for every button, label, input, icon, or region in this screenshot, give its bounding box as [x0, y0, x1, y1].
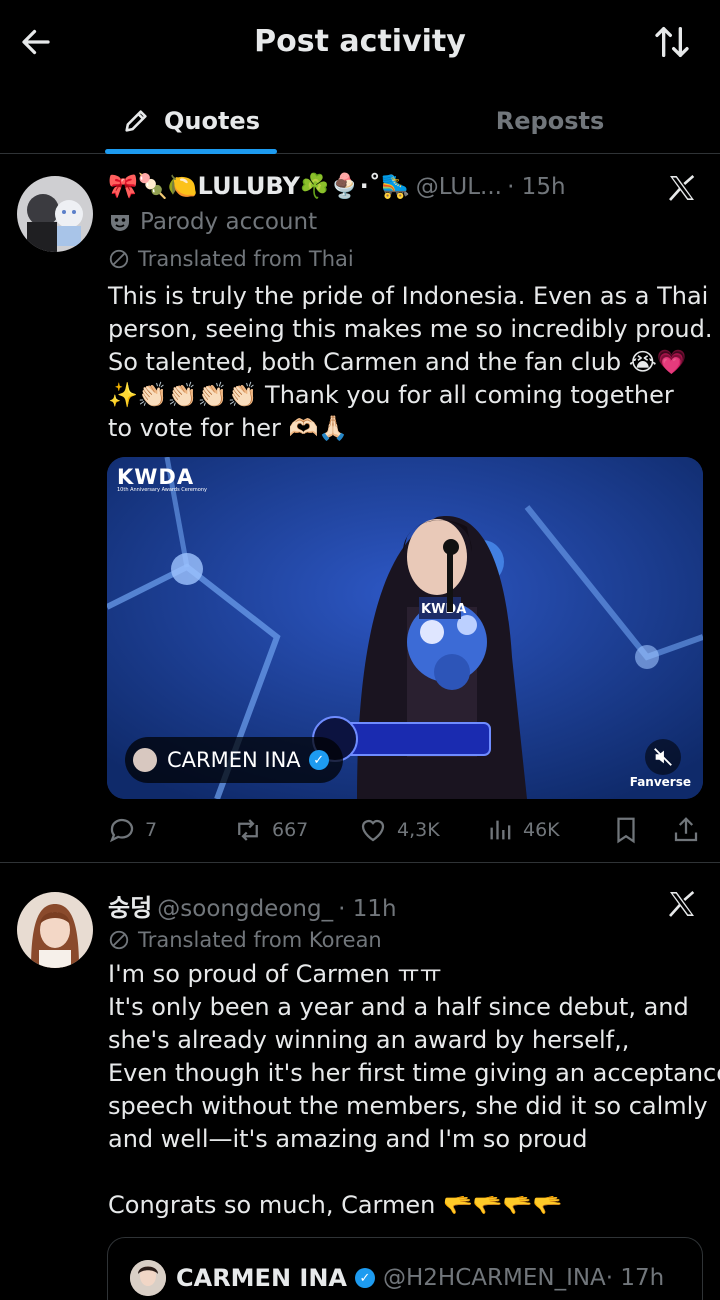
- svg-text:KWDA: KWDA: [421, 602, 466, 617]
- like-count: 4,3K: [397, 819, 440, 841]
- verified-badge-icon: ✓: [308, 750, 329, 770]
- text-line: to vote for her 🫶🏻🙏🏻: [108, 414, 349, 442]
- tab-quotes-label: Quotes: [163, 107, 260, 135]
- repost-icon: [238, 819, 258, 841]
- display-name[interactable]: 숭덩: [108, 894, 152, 922]
- text-line: person, seeing this makes me so incredib…: [108, 315, 713, 343]
- text-line: Congrats so much, Carmen 🫳🫳🫳🫳: [108, 1191, 563, 1219]
- heart-icon: [361, 819, 385, 842]
- quoted-post[interactable]: CARMEN INA ✓ @H2HCARMEN_INA · 17h: [107, 1237, 703, 1300]
- divider: [0, 862, 720, 863]
- translate-icon: [109, 930, 129, 950]
- post-actions: 7 667 4,3K 46K: [107, 812, 703, 848]
- avatar[interactable]: [17, 892, 93, 968]
- translation-label[interactable]: Translated from Thai: [108, 247, 354, 271]
- x-logo-icon: [666, 172, 700, 206]
- text-line: I'm so proud of Carmen ㅠㅠ: [108, 960, 442, 988]
- post-header: 🎀🍡🍋LULUBY☘️🍨·˚🛼 @LUL... · 15h: [108, 172, 566, 200]
- page-title: Post activity: [254, 24, 466, 59]
- text-line: ✨👏🏻👏🏻👏🏻👏🏻 Thank you for all coming toget…: [108, 381, 674, 409]
- quoted-display-name: CARMEN INA: [176, 1264, 347, 1292]
- handle[interactable]: @soongdeong_: [157, 896, 333, 922]
- avatar: [130, 1260, 166, 1296]
- text-line: So talented, both Carmen and the fan clu…: [108, 348, 687, 376]
- handle[interactable]: @LUL...: [416, 174, 502, 200]
- tab-reposts-label: Reposts: [495, 107, 605, 135]
- views-chart-icon: [490, 820, 511, 840]
- speaker-muted-icon: [654, 748, 672, 766]
- repost-count: 667: [272, 819, 309, 841]
- parody-text: Parody account: [140, 209, 318, 235]
- like-button[interactable]: 4,3K: [357, 812, 440, 848]
- text-line: speech without the members, she did it s…: [108, 1092, 708, 1120]
- share-icon: [674, 817, 698, 842]
- text-line: This is truly the pride of Indonesia. Ev…: [108, 282, 709, 310]
- share-button[interactable]: [671, 812, 709, 848]
- avatar[interactable]: [17, 176, 93, 252]
- post-header: 숭덩 @soongdeong_ · 11h: [108, 888, 397, 923]
- verified-badge-icon: ✓: [354, 1268, 375, 1288]
- quoted-post-header: CARMEN INA ✓ @H2HCARMEN_INA · 17h: [130, 1260, 664, 1296]
- video-media[interactable]: KWDA KWDA 10th Anniversary Awards Ceremo…: [107, 457, 703, 799]
- timestamp[interactable]: · 15h: [507, 174, 565, 200]
- sort-arrows-icon: [655, 27, 689, 57]
- translation-text: Translated from Thai: [138, 247, 354, 271]
- top-bar: Post activity: [0, 0, 720, 88]
- tab-quotes[interactable]: Quotes: [105, 88, 277, 154]
- video-account-name: CARMEN INA: [167, 748, 301, 772]
- translation-text: Translated from Korean: [138, 928, 382, 952]
- kwda-logo-sub: 10th Anniversary Awards Ceremony: [117, 487, 207, 493]
- x-logo-icon: [666, 888, 700, 922]
- mask-icon: [111, 215, 129, 231]
- text-line: and well—it's amazing and I'm so proud: [108, 1125, 588, 1153]
- text-line: [108, 1156, 703, 1189]
- reply-icon: [109, 818, 134, 843]
- reply-count: 7: [145, 819, 158, 841]
- kwda-logo: KWDA: [117, 465, 195, 489]
- display-name[interactable]: 🎀🍡🍋LULUBY☘️🍨·˚🛼: [108, 172, 411, 200]
- video-account-badge[interactable]: CARMEN INA ✓: [125, 737, 343, 783]
- sort-button[interactable]: [652, 22, 692, 62]
- tab-bar: Quotes Reposts: [0, 88, 720, 154]
- parody-label: Parody account: [108, 209, 317, 235]
- quoted-handle: @H2HCARMEN_INA: [382, 1265, 606, 1291]
- view-count: 46K: [523, 819, 560, 841]
- active-tab-indicator: [105, 149, 277, 154]
- views-button[interactable]: 46K: [487, 812, 560, 848]
- quoted-timestamp: · 17h: [605, 1265, 665, 1291]
- translate-icon: [109, 249, 129, 269]
- timestamp[interactable]: · 11h: [338, 896, 396, 922]
- tab-reposts[interactable]: Reposts: [460, 88, 640, 154]
- reply-button[interactable]: 7: [107, 812, 157, 848]
- text-line: Even though it's her first time giving a…: [108, 1059, 720, 1087]
- bookmark-button[interactable]: [611, 812, 649, 848]
- translation-label[interactable]: Translated from Korean: [108, 928, 382, 952]
- text-line: she's already winning an award by hersel…: [108, 1026, 630, 1054]
- mute-button[interactable]: [645, 739, 681, 775]
- text-line: It's only been a year and a half since d…: [108, 993, 689, 1021]
- bookmark-icon: [617, 817, 635, 844]
- post-text: I'm so proud of Carmen ㅠㅠ It's only been…: [108, 958, 720, 1222]
- fanverse-watermark: Fanverse: [629, 775, 691, 789]
- repost-button[interactable]: 667: [232, 812, 308, 848]
- pencil-icon: [125, 110, 147, 132]
- post-text: This is truly the pride of Indonesia. Ev…: [108, 280, 713, 445]
- avatar: [133, 748, 157, 772]
